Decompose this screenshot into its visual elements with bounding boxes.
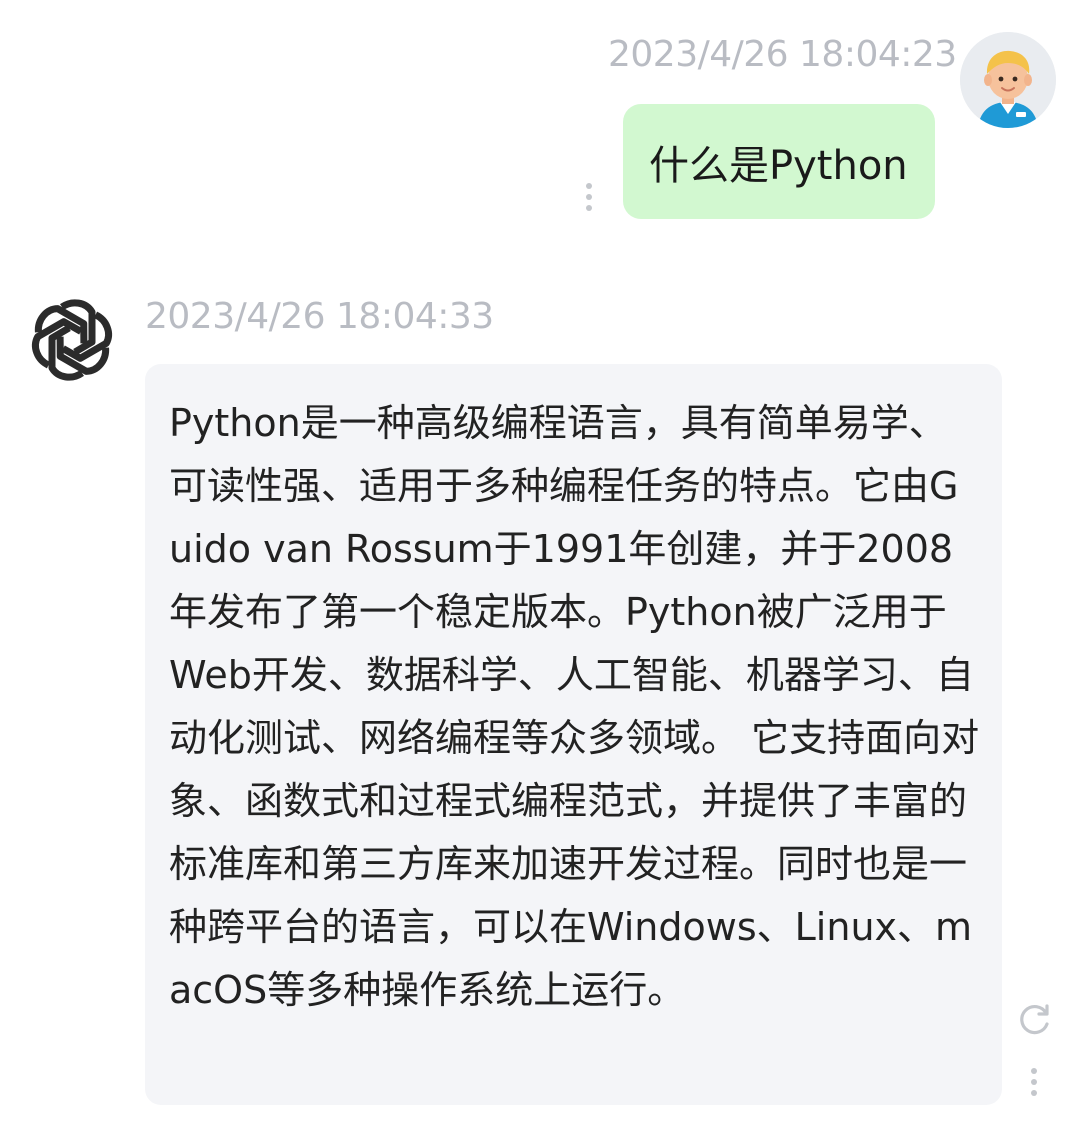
assistant-message-text: Python是一种高级编程语言，具有简单易学、可读性强、适用于多种编程任务的特点… <box>169 401 980 1012</box>
cartoon-user-avatar-icon <box>960 32 1056 128</box>
refresh-icon[interactable] <box>1016 1000 1054 1038</box>
openai-logo-icon <box>26 294 118 386</box>
user-message-text: 什么是Python <box>649 142 908 189</box>
user-avatar-icon[interactable] <box>960 32 1056 128</box>
openai-logo-icon-svg <box>31 299 113 381</box>
user-message-timestamp: 2023/4/26 18:04:23 <box>608 34 957 75</box>
more-vertical-icon[interactable] <box>583 183 595 211</box>
more-vertical-icon[interactable] <box>1028 1068 1040 1096</box>
assistant-message-timestamp: 2023/4/26 18:04:33 <box>145 296 494 337</box>
assistant-message-bubble[interactable]: Python是一种高级编程语言，具有简单易学、可读性强、适用于多种编程任务的特点… <box>145 364 1002 1105</box>
user-message-bubble[interactable]: 什么是Python <box>623 104 935 219</box>
